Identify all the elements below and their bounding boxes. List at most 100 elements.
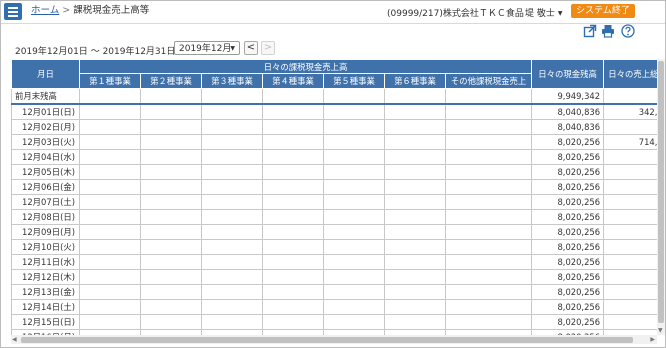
table-cell[interactable] xyxy=(323,299,385,315)
table-cell[interactable] xyxy=(140,299,202,315)
table-cell[interactable] xyxy=(444,103,533,120)
table-cell[interactable] xyxy=(384,254,446,270)
scroll-down-arrow-icon[interactable]: ▼ xyxy=(658,327,663,334)
table-cell[interactable] xyxy=(140,314,202,330)
table-cell[interactable] xyxy=(384,134,446,150)
table-cell[interactable] xyxy=(444,179,533,195)
table-cell[interactable] xyxy=(323,149,385,165)
table-cell[interactable] xyxy=(384,179,446,195)
print-icon[interactable] xyxy=(601,24,615,38)
table-cell[interactable] xyxy=(384,269,446,285)
table-cell[interactable] xyxy=(79,134,141,150)
table-cell[interactable] xyxy=(444,299,533,315)
table-cell[interactable] xyxy=(79,269,141,285)
table-cell[interactable] xyxy=(201,194,263,210)
table-cell[interactable] xyxy=(79,149,141,165)
table-cell[interactable] xyxy=(444,239,533,255)
table-cell[interactable] xyxy=(323,224,385,240)
table-cell[interactable] xyxy=(201,284,263,300)
table-cell[interactable] xyxy=(384,88,446,105)
table-cell[interactable] xyxy=(201,314,263,330)
table-cell[interactable] xyxy=(384,194,446,210)
table-cell[interactable] xyxy=(262,103,324,120)
table-cell[interactable] xyxy=(201,269,263,285)
table-cell[interactable] xyxy=(384,314,446,330)
table-cell[interactable] xyxy=(323,103,385,120)
table-cell[interactable] xyxy=(262,269,324,285)
table-cell[interactable] xyxy=(444,269,533,285)
table-cell[interactable] xyxy=(79,314,141,330)
month-select[interactable]: 2019年12月 ▼ xyxy=(174,41,240,55)
table-cell[interactable] xyxy=(262,254,324,270)
table-cell[interactable] xyxy=(201,209,263,225)
table-cell[interactable] xyxy=(79,239,141,255)
table-cell[interactable] xyxy=(262,134,324,150)
table-cell[interactable] xyxy=(79,119,141,135)
table-cell[interactable] xyxy=(323,269,385,285)
table-cell[interactable] xyxy=(201,224,263,240)
table-cell[interactable] xyxy=(323,239,385,255)
table-cell[interactable] xyxy=(140,149,202,165)
table-cell[interactable] xyxy=(140,284,202,300)
table-cell[interactable] xyxy=(140,224,202,240)
table-cell[interactable] xyxy=(384,239,446,255)
table-cell[interactable] xyxy=(79,299,141,315)
table-cell[interactable] xyxy=(262,88,324,105)
table-cell[interactable] xyxy=(444,194,533,210)
table-cell[interactable] xyxy=(262,299,324,315)
table-cell[interactable] xyxy=(201,119,263,135)
table-cell[interactable] xyxy=(201,254,263,270)
table-cell[interactable] xyxy=(323,254,385,270)
table-cell[interactable] xyxy=(384,164,446,180)
table-cell[interactable] xyxy=(262,119,324,135)
table-cell[interactable] xyxy=(262,209,324,225)
table-cell[interactable] xyxy=(262,224,324,240)
table-cell[interactable] xyxy=(201,239,263,255)
table-cell[interactable] xyxy=(140,194,202,210)
table-cell[interactable] xyxy=(444,119,533,135)
table-cell[interactable] xyxy=(444,209,533,225)
table-cell[interactable] xyxy=(201,103,263,120)
scroll-left-arrow-icon[interactable]: ◀ xyxy=(12,336,17,343)
help-icon[interactable] xyxy=(621,24,635,38)
table-cell[interactable] xyxy=(384,103,446,120)
table-cell[interactable] xyxy=(262,239,324,255)
table-cell[interactable] xyxy=(384,209,446,225)
table-cell[interactable] xyxy=(444,314,533,330)
table-cell[interactable] xyxy=(79,164,141,180)
table-cell[interactable] xyxy=(140,239,202,255)
table-cell[interactable] xyxy=(140,179,202,195)
table-cell[interactable] xyxy=(444,254,533,270)
table-cell[interactable] xyxy=(384,284,446,300)
table-cell[interactable] xyxy=(262,194,324,210)
table-cell[interactable] xyxy=(140,269,202,285)
table-cell[interactable] xyxy=(384,119,446,135)
table-cell[interactable] xyxy=(323,119,385,135)
table-cell[interactable] xyxy=(262,314,324,330)
table-cell[interactable] xyxy=(262,164,324,180)
table-cell[interactable] xyxy=(444,134,533,150)
table-cell[interactable] xyxy=(140,254,202,270)
table-cell[interactable] xyxy=(140,119,202,135)
table-cell[interactable] xyxy=(323,284,385,300)
table-cell[interactable] xyxy=(79,103,141,120)
table-cell[interactable] xyxy=(79,284,141,300)
table-cell[interactable] xyxy=(444,149,533,165)
table-cell[interactable] xyxy=(201,88,263,105)
table-cell[interactable] xyxy=(201,134,263,150)
table-cell[interactable] xyxy=(201,299,263,315)
table-cell[interactable] xyxy=(262,179,324,195)
breadcrumb-home-link[interactable]: ホーム xyxy=(31,5,59,16)
table-cell[interactable] xyxy=(201,179,263,195)
table-cell[interactable] xyxy=(79,209,141,225)
table-cell[interactable] xyxy=(323,88,385,105)
table-cell[interactable] xyxy=(140,134,202,150)
prev-month-button[interactable]: < xyxy=(244,41,258,55)
table-cell[interactable] xyxy=(140,103,202,120)
table-cell[interactable] xyxy=(384,149,446,165)
table-cell[interactable] xyxy=(201,149,263,165)
table-cell[interactable] xyxy=(79,224,141,240)
table-cell[interactable] xyxy=(262,284,324,300)
table-cell[interactable] xyxy=(79,194,141,210)
table-cell[interactable] xyxy=(79,88,141,105)
